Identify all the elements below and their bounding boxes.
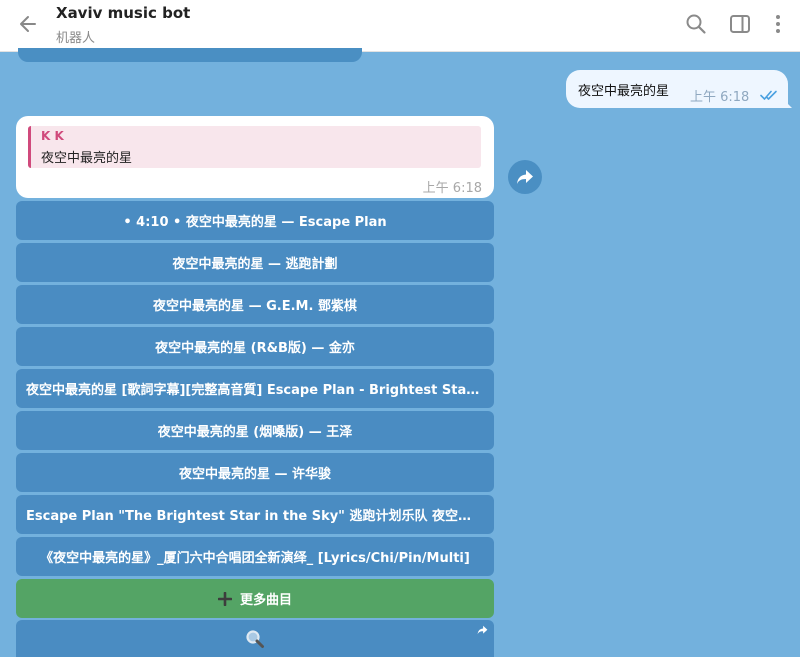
chat-subtitle: 机器人 (56, 31, 96, 46)
track-button[interactable]: 夜空中最亮的星 [歌詞字幕][完整高音質] Escape Plan - Brig… (16, 369, 494, 408)
forward-button[interactable] (508, 160, 542, 194)
track-button[interactable]: 夜空中最亮的星 — G.E.M. 鄧紫棋 (16, 285, 494, 324)
track-button[interactable]: Escape Plan "The Brightest Star in the S… (16, 495, 494, 534)
double-check-icon (760, 86, 780, 105)
sidebar-toggle-icon (730, 15, 750, 33)
plus-icon (217, 591, 232, 606)
track-button-label: 夜空中最亮的星 (烟嗓版) — 王泽 (157, 425, 353, 440)
outgoing-message[interactable]: 夜空中最亮的星 上午 6:18 (566, 70, 788, 108)
reply-quoted-text: 夜空中最亮的星 (41, 151, 133, 166)
message-time: 上午 6:18 (422, 181, 482, 196)
reply-quote[interactable]: K K 夜空中最亮的星 (28, 126, 481, 168)
chat-title[interactable]: Xaviv music bot (56, 4, 190, 22)
bubble-tail (782, 98, 792, 108)
search-button[interactable] (684, 12, 708, 36)
sidebar-toggle-button[interactable] (728, 12, 752, 36)
more-tracks-label: 更多曲目 (239, 593, 292, 608)
track-button-label: 夜空中最亮的星 — G.E.M. 鄧紫棋 (153, 299, 357, 314)
track-button-label: 夜空中最亮的星 [歌詞字幕][完整高音質] Escape Plan - Brig… (26, 383, 484, 398)
track-button[interactable]: 夜空中最亮的星 — 逃跑計劃 (16, 243, 494, 282)
track-button-label: 《夜空中最亮的星》_厦门六中合唱团全新演绎_ [Lyrics/Chi/Pin/M… (40, 551, 470, 566)
track-button-label: 夜空中最亮的星 (R&B版) — 金亦 (155, 341, 355, 356)
arrow-left-icon (20, 16, 36, 32)
track-button[interactable]: 《夜空中最亮的星》_厦门六中合唱团全新演绎_ [Lyrics/Chi/Pin/M… (16, 537, 494, 576)
reply-sender-name: K K (41, 129, 64, 143)
more-tracks-button[interactable]: 更多曲目 (16, 579, 494, 618)
more-vertical-icon (776, 15, 780, 33)
track-button-label: 夜空中最亮的星 — 许华骏 (178, 467, 332, 482)
track-button[interactable]: 夜空中最亮的星 (R&B版) — 金亦 (16, 327, 494, 366)
forward-icon (477, 624, 488, 639)
track-button[interactable]: 夜空中最亮的星 (烟嗓版) — 王泽 (16, 411, 494, 450)
search-icon (686, 14, 706, 34)
chat-header: Xaviv music bot 机器人 (0, 0, 800, 52)
message-text: 夜空中最亮的星 (578, 84, 670, 99)
previous-message-edge (18, 48, 362, 62)
inline-search-button[interactable] (16, 620, 494, 657)
track-button-label: • 4:10 • 夜空中最亮的星 — Escape Plan (123, 215, 387, 230)
track-button-label: Escape Plan "The Brightest Star in the S… (26, 509, 484, 524)
track-button-label: 夜空中最亮的星 — 逃跑計劃 (172, 257, 338, 272)
track-button[interactable]: • 4:10 • 夜空中最亮的星 — Escape Plan (16, 201, 494, 240)
message-time: 上午 6:18 (690, 90, 750, 105)
forward-icon (517, 170, 533, 184)
more-button[interactable] (766, 12, 790, 36)
incoming-message[interactable]: K K 夜空中最亮的星 上午 6:18 (16, 116, 494, 198)
magnifier-icon (246, 629, 264, 648)
track-button[interactable]: 夜空中最亮的星 — 许华骏 (16, 453, 494, 492)
back-button[interactable] (14, 10, 42, 38)
